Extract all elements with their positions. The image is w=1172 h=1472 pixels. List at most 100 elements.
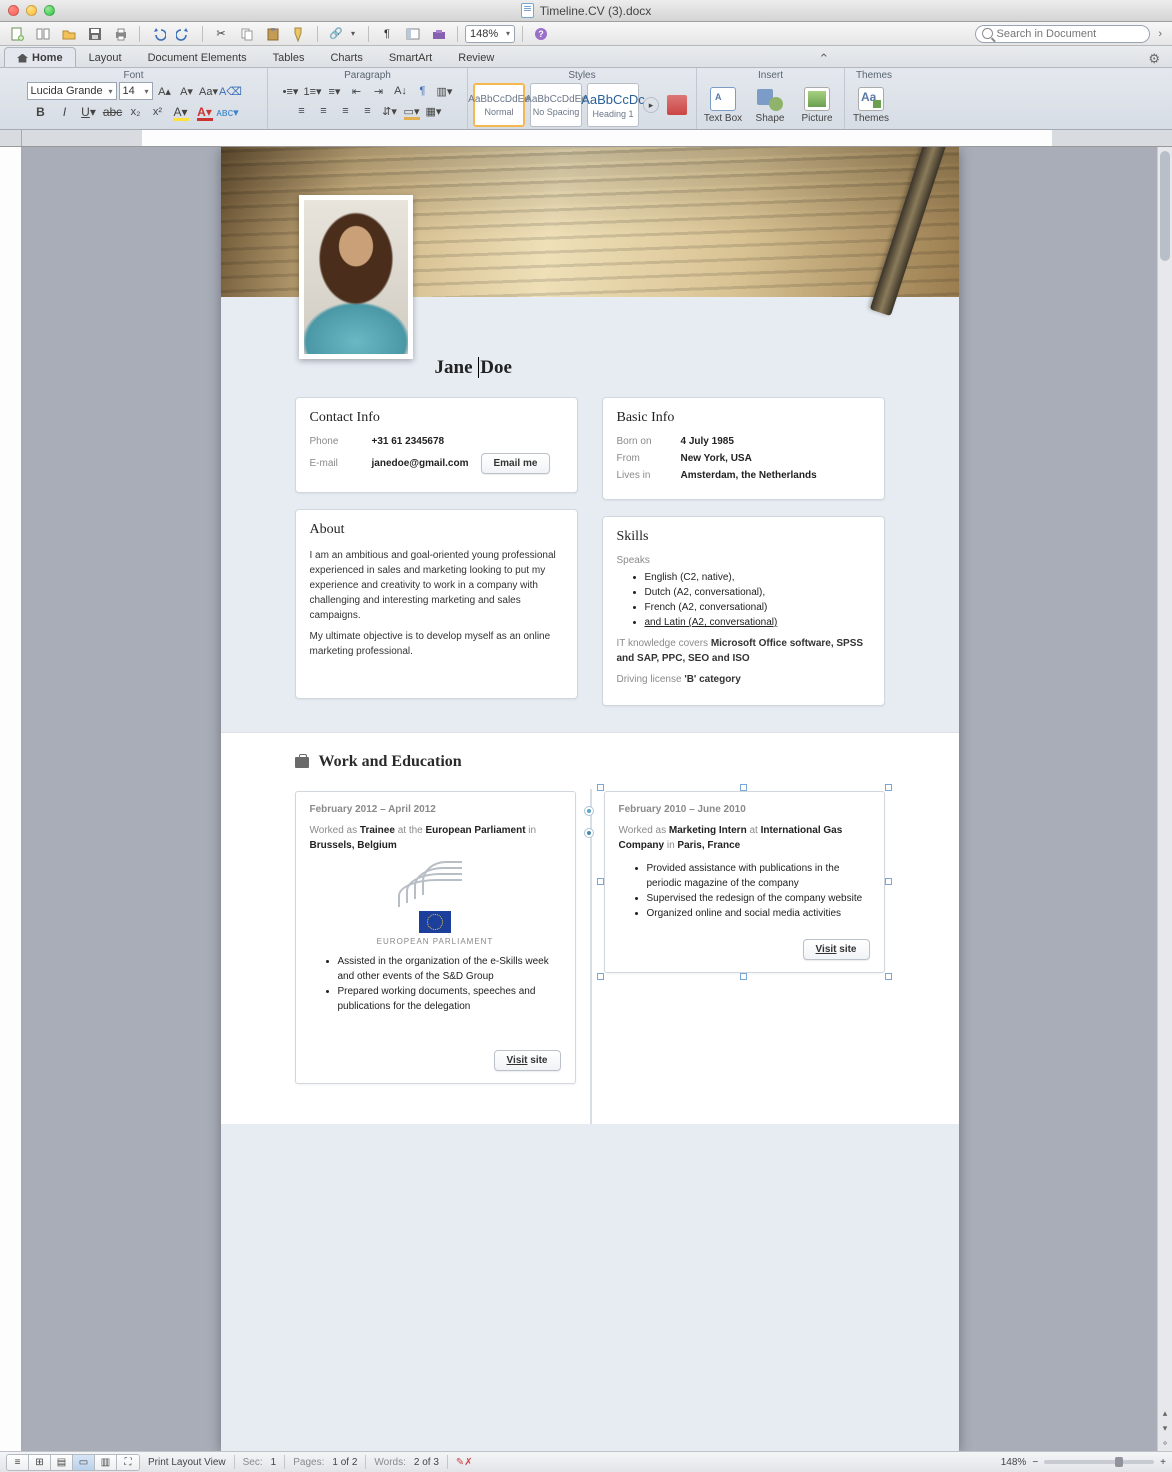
tab-home[interactable]: Home: [4, 47, 76, 67]
save-button[interactable]: [84, 24, 106, 44]
columns-button[interactable]: ▥▾: [435, 82, 455, 100]
timeline-card-left[interactable]: February 2012 – April 2012 Worked as Tra…: [295, 791, 576, 1084]
link-button[interactable]: 🔗: [325, 24, 347, 44]
card-basic: Basic Info Born on4 July 1985 FromNew Yo…: [602, 397, 885, 500]
cv-photo[interactable]: [299, 195, 413, 359]
insert-textbox[interactable]: AText Box: [701, 85, 745, 126]
new-doc-button[interactable]: [6, 24, 28, 44]
format-painter-button[interactable]: [288, 24, 310, 44]
visit-site-right[interactable]: Visit site: [803, 939, 870, 960]
underline-button[interactable]: U▾: [78, 102, 100, 122]
search-input[interactable]: [975, 25, 1150, 43]
cv-hero-image: [221, 147, 959, 297]
search-next[interactable]: ›: [1154, 28, 1166, 40]
tab-layout[interactable]: Layout: [76, 47, 135, 67]
cut-button[interactable]: ✂: [210, 24, 232, 44]
ribbon-settings[interactable]: ⚙: [1140, 51, 1168, 67]
view-fullscreen[interactable]: ⛶: [117, 1455, 139, 1470]
redo-button[interactable]: [173, 24, 195, 44]
clear-formatting[interactable]: A⌫: [221, 82, 241, 100]
open-button[interactable]: [58, 24, 80, 44]
timeline-card-right[interactable]: February 2010 – June 2010 Worked as Mark…: [604, 791, 885, 973]
styles-more[interactable]: ▸: [643, 97, 659, 113]
borders-button[interactable]: ▦▾: [424, 102, 444, 120]
text-effects[interactable]: ᴀвc▾: [218, 103, 238, 121]
show-marks[interactable]: ¶: [413, 82, 433, 100]
shrink-font[interactable]: A▾: [177, 82, 197, 100]
vertical-scrollbar[interactable]: ▴ ▾ ⚬: [1157, 147, 1172, 1451]
font-color-button[interactable]: A▾: [194, 102, 216, 122]
strike-button[interactable]: abc: [102, 102, 124, 122]
subscript-button[interactable]: x₂: [126, 103, 146, 121]
align-left[interactable]: ≡: [292, 102, 312, 120]
view-publishing[interactable]: ▤: [51, 1455, 73, 1470]
bold-button[interactable]: B: [30, 102, 52, 122]
view-outline[interactable]: ⊞: [29, 1455, 51, 1470]
font-family-select[interactable]: Lucida Grande▾: [27, 82, 117, 100]
ribbon-tabs: Home Layout Document Elements Tables Cha…: [0, 46, 1172, 68]
templates-button[interactable]: [32, 24, 54, 44]
email-me-button[interactable]: Email me: [481, 453, 551, 474]
horizontal-ruler[interactable]: [22, 130, 1172, 146]
align-right[interactable]: ≡: [336, 102, 356, 120]
svg-text:?: ?: [538, 29, 544, 39]
help-button[interactable]: ?: [530, 24, 552, 44]
align-center[interactable]: ≡: [314, 102, 334, 120]
view-draft[interactable]: ≡: [7, 1455, 29, 1470]
show-hide-button[interactable]: ¶: [376, 24, 398, 44]
styles-pane-button[interactable]: [662, 93, 692, 117]
paste-button[interactable]: [262, 24, 284, 44]
ribbon-collapse[interactable]: ⌃: [810, 51, 837, 67]
insert-picture[interactable]: Picture: [795, 85, 839, 126]
font-size-select[interactable]: 14▾: [119, 82, 153, 100]
grow-font[interactable]: A▴: [155, 82, 175, 100]
superscript-button[interactable]: x²: [148, 103, 168, 121]
style-heading-1[interactable]: AaBbCcDcHeading 1: [587, 83, 639, 127]
insert-shape[interactable]: Shape: [748, 85, 792, 126]
toolbox-button[interactable]: [428, 24, 450, 44]
visit-site-left[interactable]: Visit site: [494, 1050, 561, 1071]
tab-smartart[interactable]: SmartArt: [376, 47, 445, 67]
italic-button[interactable]: I: [54, 102, 76, 122]
numbering-button[interactable]: 1≡▾: [303, 82, 323, 100]
tab-review[interactable]: Review: [445, 47, 507, 67]
zoom-out[interactable]: −: [1032, 1457, 1038, 1468]
shading-button[interactable]: ▭▾: [402, 102, 422, 120]
work-heading: Work and Education: [295, 753, 885, 771]
view-notebook[interactable]: ▥: [95, 1455, 117, 1470]
cv-name[interactable]: Jane Doe: [435, 357, 512, 379]
window-titlebar: Timeline.CV (3).docx: [0, 0, 1172, 22]
style-no-spacing[interactable]: AaBbCcDdEeNo Spacing: [530, 83, 582, 127]
ep-logo: EUROPEAN PARLIAMENT: [310, 865, 561, 946]
zoom-combo[interactable]: 148%▾: [465, 25, 515, 43]
style-normal[interactable]: AaBbCcDdEeNormal: [473, 83, 525, 127]
line-spacing[interactable]: ⇵▾: [380, 102, 400, 120]
tab-tables[interactable]: Tables: [260, 47, 318, 67]
view-print-layout[interactable]: ▭: [73, 1455, 95, 1470]
undo-button[interactable]: [147, 24, 169, 44]
spellcheck-icon[interactable]: ✎✗: [456, 1457, 473, 1468]
document-canvas[interactable]: Jane Doe Contact Info Phone+31 61 234567…: [22, 147, 1157, 1451]
multilevel-button[interactable]: ≡▾: [325, 82, 345, 100]
themes-button[interactable]: AaThemes: [849, 85, 893, 126]
card-skills: Skills Speaks English (C2, native), Dutc…: [602, 516, 885, 706]
sort-button[interactable]: A↓: [391, 82, 411, 100]
zoom-in[interactable]: +: [1160, 1457, 1166, 1468]
bullets-button[interactable]: •≡▾: [281, 82, 301, 100]
align-justify[interactable]: ≡: [358, 102, 378, 120]
highlight-button[interactable]: A▾: [170, 102, 192, 122]
document-title: Timeline.CV (3).docx: [0, 3, 1172, 18]
change-case[interactable]: Aa▾: [199, 82, 219, 100]
outdent-button[interactable]: ⇤: [347, 82, 367, 100]
zoom-slider[interactable]: 148% − +: [1001, 1457, 1166, 1468]
group-paragraph-label: Paragraph: [272, 70, 463, 82]
home-icon: [17, 54, 28, 63]
tab-document-elements[interactable]: Document Elements: [135, 47, 260, 67]
sidebar-toggle[interactable]: [402, 24, 424, 44]
indent-button[interactable]: ⇥: [369, 82, 389, 100]
vertical-ruler[interactable]: [0, 147, 22, 1451]
group-themes-label: Themes: [849, 70, 899, 82]
print-button[interactable]: [110, 24, 132, 44]
copy-button[interactable]: [236, 24, 258, 44]
tab-charts[interactable]: Charts: [317, 47, 375, 67]
